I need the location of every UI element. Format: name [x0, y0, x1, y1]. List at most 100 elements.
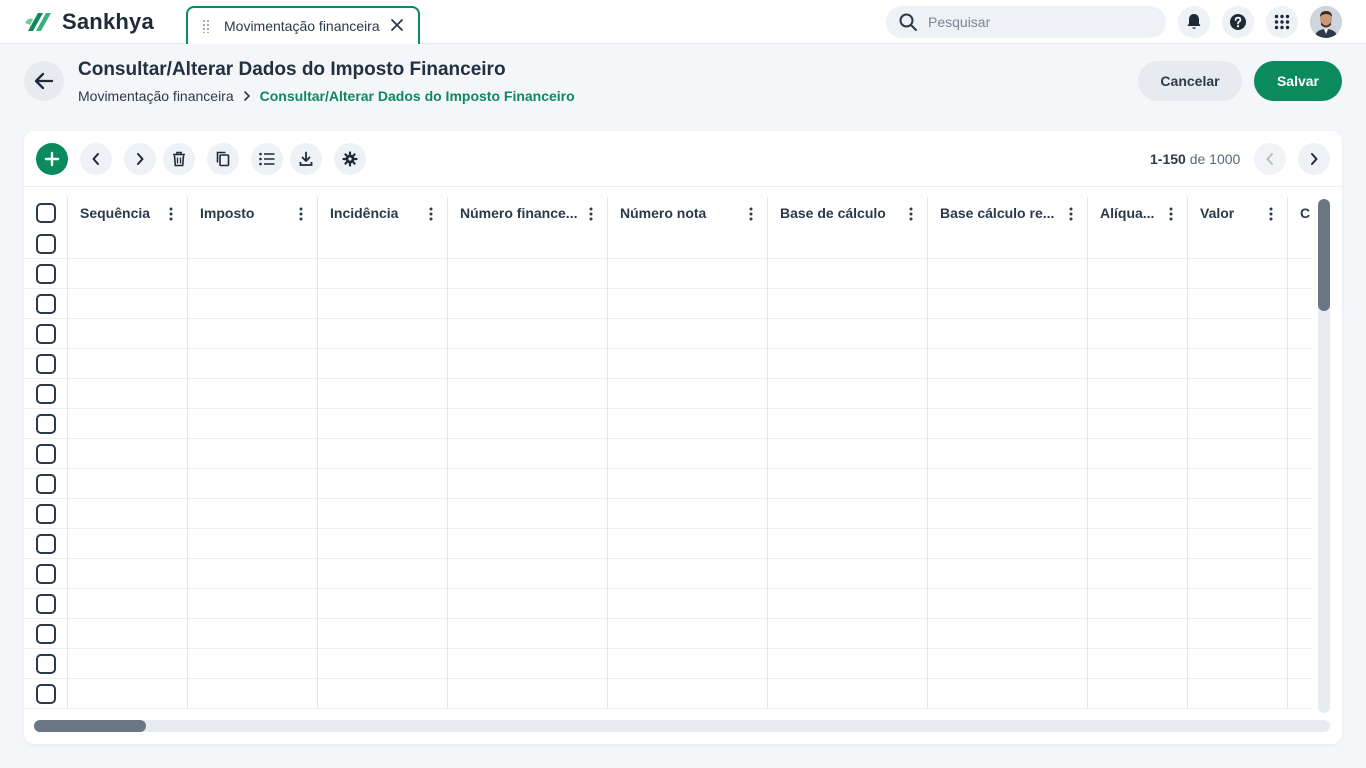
column-header-numero-financeiro[interactable]: Número finance... — [448, 197, 608, 229]
table-cell[interactable] — [448, 439, 608, 469]
table-row[interactable] — [24, 319, 1312, 349]
table-cell[interactable] — [1188, 229, 1288, 259]
table-cell[interactable] — [448, 469, 608, 499]
column-header-truncated[interactable]: C — [1288, 197, 1312, 229]
table-cell[interactable] — [188, 409, 318, 439]
table-cell[interactable] — [448, 259, 608, 289]
table-cell[interactable] — [448, 319, 608, 349]
table-cell[interactable] — [1188, 289, 1288, 319]
table-row[interactable] — [24, 589, 1312, 619]
table-cell[interactable] — [928, 289, 1088, 319]
table-cell[interactable] — [448, 349, 608, 379]
row-checkbox[interactable] — [35, 444, 56, 464]
table-row[interactable] — [24, 229, 1312, 259]
table-cell[interactable] — [68, 409, 188, 439]
table-cell[interactable] — [928, 679, 1088, 709]
table-cell[interactable] — [768, 439, 928, 469]
table-cell[interactable] — [1288, 529, 1312, 559]
kebab-menu-icon[interactable] — [1269, 207, 1273, 221]
table-cell[interactable] — [1088, 229, 1188, 259]
table-cell[interactable] — [1288, 409, 1312, 439]
table-cell[interactable] — [768, 529, 928, 559]
kebab-menu-icon[interactable] — [749, 207, 753, 221]
table-cell[interactable] — [318, 499, 448, 529]
table-row[interactable] — [24, 649, 1312, 679]
table-cell[interactable] — [608, 259, 768, 289]
table-cell[interactable] — [1288, 289, 1312, 319]
back-button[interactable] — [24, 61, 64, 101]
next-page-button[interactable] — [1298, 143, 1330, 175]
table-row[interactable] — [24, 379, 1312, 409]
table-cell[interactable] — [1288, 439, 1312, 469]
table-cell[interactable] — [188, 289, 318, 319]
table-cell[interactable] — [1288, 349, 1312, 379]
table-cell[interactable] — [1188, 379, 1288, 409]
table-cell[interactable] — [928, 349, 1088, 379]
column-header-numero-nota[interactable]: Número nota — [608, 197, 768, 229]
kebab-menu-icon[interactable] — [909, 207, 913, 221]
table-cell[interactable] — [768, 379, 928, 409]
row-checkbox[interactable] — [35, 474, 56, 494]
table-cell[interactable] — [1088, 349, 1188, 379]
table-cell[interactable] — [448, 529, 608, 559]
table-cell[interactable] — [318, 349, 448, 379]
table-cell[interactable] — [608, 409, 768, 439]
table-cell[interactable] — [608, 679, 768, 709]
table-cell[interactable] — [1288, 469, 1312, 499]
table-cell[interactable] — [1288, 619, 1312, 649]
kebab-menu-icon[interactable] — [1169, 207, 1173, 221]
table-cell[interactable] — [68, 679, 188, 709]
table-cell[interactable] — [928, 379, 1088, 409]
table-cell[interactable] — [1288, 229, 1312, 259]
table-cell[interactable] — [448, 409, 608, 439]
table-cell[interactable] — [188, 229, 318, 259]
table-cell[interactable] — [68, 619, 188, 649]
table-cell[interactable] — [608, 319, 768, 349]
column-header-imposto[interactable]: Imposto — [188, 197, 318, 229]
table-cell[interactable] — [608, 619, 768, 649]
table-cell[interactable] — [1188, 679, 1288, 709]
table-row[interactable] — [24, 409, 1312, 439]
table-cell[interactable] — [448, 499, 608, 529]
table-cell[interactable] — [188, 379, 318, 409]
table-cell[interactable] — [1288, 589, 1312, 619]
kebab-menu-icon[interactable] — [299, 207, 303, 221]
table-cell[interactable] — [318, 469, 448, 499]
table-cell[interactable] — [768, 559, 928, 589]
table-cell[interactable] — [68, 259, 188, 289]
table-cell[interactable] — [318, 379, 448, 409]
column-header-sequencia[interactable]: Sequência — [68, 197, 188, 229]
table-cell[interactable] — [608, 349, 768, 379]
brand-logo[interactable]: Sankhya — [24, 9, 154, 35]
table-cell[interactable] — [448, 619, 608, 649]
table-cell[interactable] — [188, 349, 318, 379]
table-cell[interactable] — [928, 589, 1088, 619]
table-cell[interactable] — [188, 679, 318, 709]
table-row[interactable] — [24, 499, 1312, 529]
table-cell[interactable] — [1088, 469, 1188, 499]
table-cell[interactable] — [1188, 349, 1288, 379]
table-cell[interactable] — [1088, 379, 1188, 409]
delete-button[interactable] — [163, 143, 195, 175]
table-cell[interactable] — [1188, 529, 1288, 559]
table-cell[interactable] — [608, 649, 768, 679]
row-checkbox[interactable] — [35, 594, 56, 614]
table-cell[interactable] — [318, 619, 448, 649]
table-cell[interactable] — [188, 649, 318, 679]
table-cell[interactable] — [68, 469, 188, 499]
table-cell[interactable] — [768, 289, 928, 319]
table-cell[interactable] — [928, 559, 1088, 589]
row-checkbox[interactable] — [35, 654, 56, 674]
table-cell[interactable] — [768, 469, 928, 499]
table-cell[interactable] — [928, 319, 1088, 349]
table-cell[interactable] — [318, 319, 448, 349]
table-cell[interactable] — [1088, 589, 1188, 619]
table-cell[interactable] — [68, 379, 188, 409]
tab-movimentacao-financeira[interactable]: Movimentação financeira — [186, 6, 420, 44]
table-cell[interactable] — [448, 559, 608, 589]
table-cell[interactable] — [68, 529, 188, 559]
table-cell[interactable] — [608, 229, 768, 259]
close-icon[interactable] — [388, 16, 406, 34]
table-cell[interactable] — [188, 469, 318, 499]
table-row[interactable] — [24, 259, 1312, 289]
